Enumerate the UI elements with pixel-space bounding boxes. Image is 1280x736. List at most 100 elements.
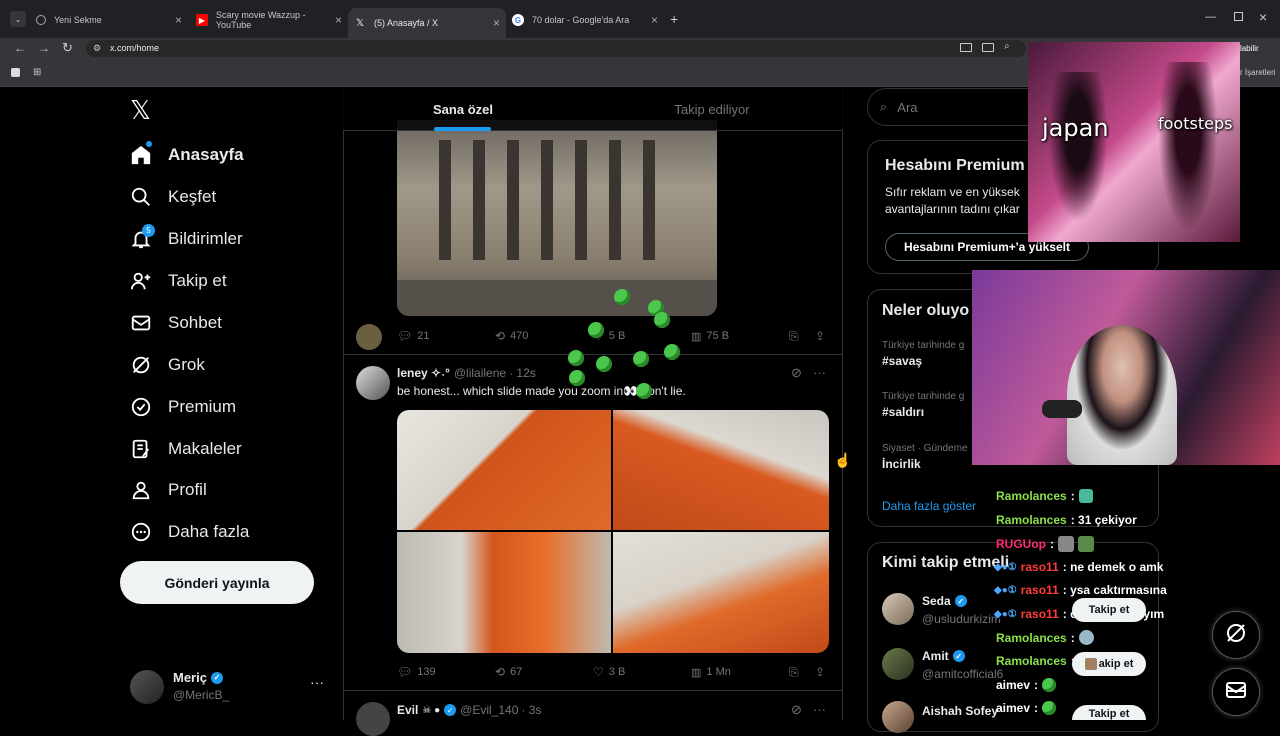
nav-grok[interactable]: Grok (130, 347, 205, 383)
nav-messages[interactable]: Sohbet (130, 305, 222, 341)
premium-text: Sıfır reklam ve en yüksek (885, 185, 1020, 199)
profile-icon (130, 479, 152, 501)
post-author-name[interactable]: leney ✧˖° (397, 366, 450, 380)
trend-item[interactable]: Türkiye tarihinde g #savaş (882, 340, 964, 368)
post-photo[interactable] (613, 410, 829, 530)
grok-icon[interactable]: ⊘ (791, 702, 802, 718)
browser-tab-google[interactable]: G 70 dolar - Google'da Ara × (506, 8, 664, 32)
new-tab-button[interactable]: + (670, 11, 678, 27)
tab-following[interactable]: Takip ediliyor (590, 87, 834, 131)
like-button[interactable]: ♡ 3 B (593, 665, 625, 679)
post-avatar[interactable] (356, 366, 390, 400)
install-icon[interactable] (982, 43, 994, 52)
post-photo[interactable] (397, 532, 611, 653)
post-author-name[interactable]: Evil (397, 703, 418, 717)
close-window-icon[interactable]: × (1259, 9, 1267, 25)
views-button[interactable]: ▥ 75 B (691, 330, 729, 343)
apps-icon[interactable]: ⊞ (33, 67, 41, 78)
post2-actions: 💬︎ 139 ⟲ 67 ♡ 3 B ▥ 1 Mn ⎘ ⇪ (397, 664, 827, 680)
trend-item[interactable]: Türkiye tarihinde g #saldırı (882, 391, 964, 419)
cast-icon[interactable] (960, 43, 972, 52)
avatar[interactable] (882, 648, 914, 680)
bookmark-icon[interactable]: ⎘ (789, 329, 799, 344)
nav-more[interactable]: Daha fazla (130, 514, 249, 550)
avatar[interactable] (882, 593, 914, 625)
tab-for-you[interactable]: Sana özel (343, 87, 583, 131)
close-tab-icon[interactable]: × (175, 13, 182, 27)
nav-profile[interactable]: Profil (130, 472, 207, 508)
maximize-icon[interactable] (1234, 12, 1243, 21)
reply-button[interactable]: 💬︎ 139 (397, 665, 436, 679)
nav-follow[interactable]: Takip et (130, 263, 227, 299)
close-tab-icon[interactable]: × (493, 16, 500, 30)
follow-name[interactable]: Aishah Sofey (922, 704, 998, 718)
x-logo-icon[interactable]: 𝕏 (130, 96, 151, 126)
browser-tab-x[interactable]: 𝕏 (5) Anasayfa / X × (348, 8, 506, 38)
share-icon[interactable]: ⇪ (815, 665, 825, 679)
close-tab-icon[interactable]: × (335, 13, 342, 27)
post-time[interactable]: · 3s (521, 703, 541, 717)
more-icon (130, 521, 152, 543)
post-photo[interactable] (397, 410, 611, 530)
more-dots-icon[interactable]: ··· (813, 365, 826, 380)
meme-overlay: japan footsteps (1028, 42, 1240, 242)
post-avatar[interactable] (356, 324, 382, 350)
follow-name[interactable]: Amit ✓ (922, 649, 965, 663)
back-icon[interactable]: ← (14, 41, 26, 55)
nav-notifications[interactable]: Bildirimler 5 (130, 221, 243, 257)
follow-name[interactable]: Seda ✓ (922, 594, 967, 608)
repost-button[interactable]: ⟲ 470 (495, 329, 528, 343)
articles-icon (130, 438, 152, 460)
post-time[interactable]: · 12s (509, 366, 536, 380)
follow-button[interactable]: Takip et (1072, 598, 1146, 622)
post-divider (343, 690, 843, 691)
emote-icon (1042, 701, 1057, 715)
site-info-icon[interactable]: ⚙ (93, 43, 101, 54)
nav-premium[interactable]: Premium (130, 389, 236, 425)
show-more-link[interactable]: Daha fazla göster (882, 499, 976, 513)
follow-button[interactable]: Takip et (1072, 705, 1146, 720)
url-input[interactable]: x.com/home (86, 40, 1026, 57)
nav-articles[interactable]: Makaleler (130, 431, 242, 467)
bookmark-icon[interactable]: ⎘ (789, 665, 799, 680)
zoom-icon[interactable]: ⌕ (1004, 41, 1010, 52)
nav-home[interactable]: Anasayfa (130, 137, 244, 173)
views-button[interactable]: ▥ 1 Mn (691, 666, 731, 679)
trend-item[interactable]: Siyaset · Gündeme İncirlik (882, 443, 968, 471)
bookmarks-folder-label[interactable]: r İşaretleri (1240, 68, 1276, 77)
browser-tab-new[interactable]: Yeni Sekme × (30, 8, 188, 32)
share-icon[interactable]: ⇪ (815, 329, 825, 343)
repost-button[interactable]: ⟲ 67 (495, 665, 522, 679)
browser-tab-youtube[interactable]: ▶ Scary movie Wazzup - YouTube × (190, 8, 348, 32)
tab-list-button[interactable]: ⌄ (10, 11, 26, 27)
search-icon: ⌕ (880, 99, 888, 114)
chat-badges: ◆●① (994, 608, 1017, 620)
more-dots-icon[interactable]: ··· (310, 674, 324, 690)
post-author-handle[interactable]: @Evil_140 (460, 703, 518, 717)
verified-icon: ✓ (444, 704, 457, 716)
post-author-handle[interactable]: @lilailene (454, 366, 506, 380)
post-photo[interactable] (613, 532, 829, 653)
nav-explore[interactable]: Keşfet (130, 179, 216, 215)
post-image-building[interactable] (397, 120, 717, 316)
reply-button[interactable]: 💬︎ 21 (397, 329, 429, 343)
flag-emojis: ☠ ● (422, 704, 441, 716)
update-label[interactable]: labilir (1240, 44, 1259, 53)
follow-button[interactable]: akip et (1072, 652, 1146, 676)
avatar[interactable] (882, 701, 914, 733)
emote-icon (1084, 658, 1097, 670)
post-avatar[interactable] (356, 702, 390, 736)
chat-badges: ◆●① (994, 561, 1017, 573)
more-dots-icon[interactable]: ··· (813, 702, 826, 717)
grok-icon[interactable]: ⊘ (791, 365, 802, 381)
reload-icon[interactable]: ↻ (62, 40, 73, 56)
bookmark-icon[interactable] (11, 68, 20, 77)
post-button[interactable]: Gönderi yayınla (120, 561, 314, 604)
minimize-icon[interactable]: — (1205, 11, 1216, 23)
forward-icon[interactable]: → (38, 41, 50, 55)
grok-fab[interactable] (1212, 611, 1260, 659)
emote-icon (1078, 489, 1093, 503)
messages-fab[interactable] (1212, 668, 1260, 716)
account-switcher[interactable]: Meriç ✓ @MericB_ ··· (128, 668, 328, 708)
close-tab-icon[interactable]: × (651, 13, 658, 27)
